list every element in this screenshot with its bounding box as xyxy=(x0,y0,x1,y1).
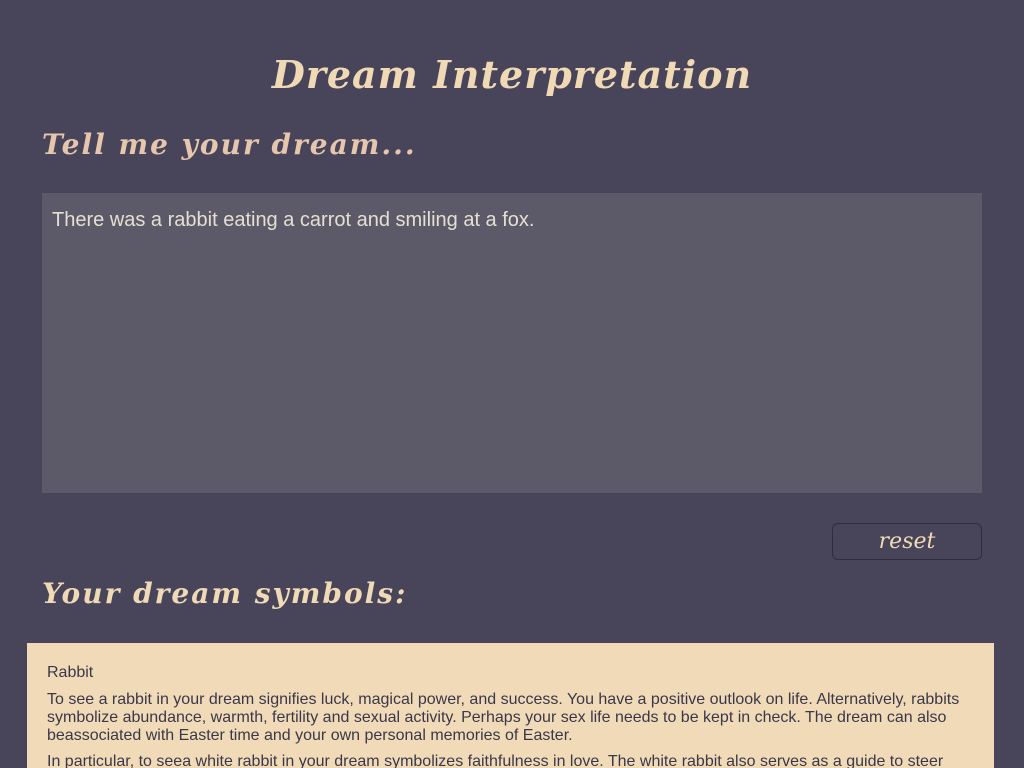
dream-input[interactable]: There was a rabbit eating a carrot and s… xyxy=(42,193,982,493)
reset-button[interactable]: reset xyxy=(832,523,982,560)
symbol-entry-rabbit: Rabbit To see a rabbit in your dream sig… xyxy=(47,663,974,768)
symbol-description: In particular, to seea white rabbit in y… xyxy=(47,753,944,768)
symbol-description: To see a rabbit in your dream signifies … xyxy=(47,691,960,744)
dream-symbols-panel: Rabbit To see a rabbit in your dream sig… xyxy=(27,643,994,768)
dream-interpretation-page: Dream Interpretation Tell me your dream.… xyxy=(0,0,1024,768)
symbol-name: Rabbit xyxy=(47,664,94,681)
dream-prompt-heading: Tell me your dream... xyxy=(42,128,417,161)
page-title: Dream Interpretation xyxy=(271,52,753,97)
dream-symbols-heading: Your dream symbols: xyxy=(42,577,408,610)
